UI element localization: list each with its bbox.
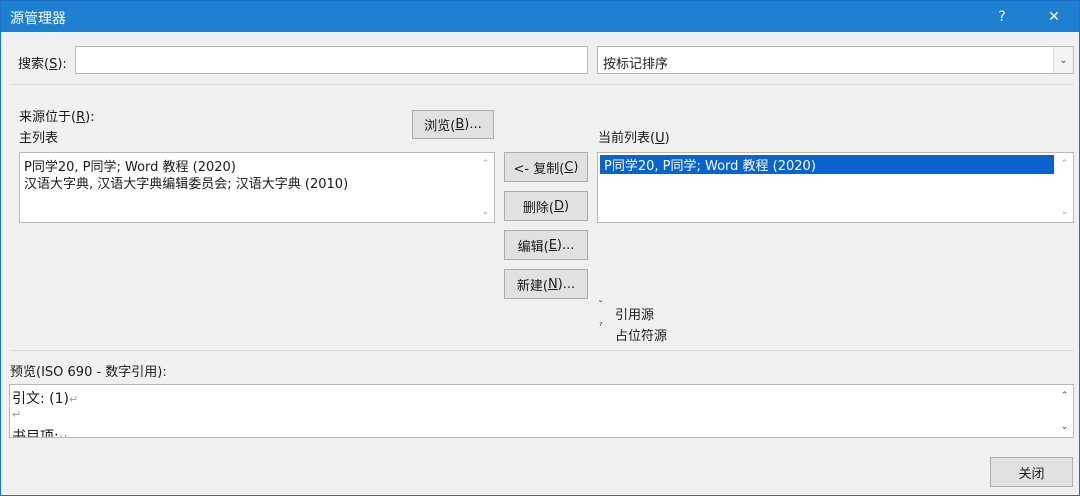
preview-blank-line: ↵ xyxy=(12,408,22,421)
sort-selected-value: 按标记排序 xyxy=(603,57,669,72)
list-item[interactable]: 汉语大字典, 汉语大字典编辑委员会; 汉语大字典 (2010) xyxy=(24,173,348,192)
source-location-label: 来源位于(R): xyxy=(19,110,95,125)
new-button[interactable]: 新建(N)... xyxy=(504,269,588,299)
copy-button[interactable]: <- 复制(C) xyxy=(504,152,588,182)
master-list[interactable]: P同学20, P同学; Word 教程 (2020) 汉语大字典, 汉语大字典编… xyxy=(19,152,495,223)
preview-scrollbar[interactable]: ⌃ ⌄ xyxy=(1056,385,1073,437)
scroll-up-icon[interactable]: ⌃ xyxy=(477,155,494,172)
dialog-title: 源管理器 xyxy=(10,11,66,27)
chevron-down-icon[interactable]: ⌄ xyxy=(1053,47,1073,73)
placeholder-source-legend: 占位符源 xyxy=(615,329,668,344)
master-list-label: 主列表 xyxy=(19,131,59,146)
divider xyxy=(10,350,1074,351)
preview-label: 预览(ISO 690 - 数字引用): xyxy=(10,365,167,380)
list-item-selected[interactable]: P同学20, P同学; Word 教程 (2020) xyxy=(600,155,1054,174)
cited-source-legend: 引用源 xyxy=(615,308,655,323)
title-bar: 源管理器 ? ✕ xyxy=(1,1,1079,32)
scroll-up-icon[interactable]: ⌃ xyxy=(1056,387,1073,404)
current-list[interactable]: P同学20, P同学; Word 教程 (2020) ⌃ ⌄ xyxy=(597,152,1074,223)
master-list-scrollbar[interactable]: ⌃ ⌄ xyxy=(477,153,494,222)
scroll-up-icon[interactable]: ⌃ xyxy=(1056,155,1073,172)
scroll-down-icon[interactable]: ⌄ xyxy=(1056,203,1073,220)
cited-source-icon: ˇ xyxy=(598,300,603,311)
current-list-label: 当前列表(U) xyxy=(598,131,670,146)
scroll-down-icon[interactable]: ⌄ xyxy=(1056,418,1073,435)
help-button[interactable]: ? xyxy=(979,1,1025,32)
source-manager-dialog: 源管理器 ? ✕ 搜索(S): 按标记排序 ⌄ 来源位于(R): 主列表 浏览(… xyxy=(0,0,1080,496)
preview-box[interactable]: 引文: (1)↵ ↵ 书目项:↵ ⌃ ⌄ xyxy=(9,384,1074,438)
edit-button[interactable]: 编辑(E)... xyxy=(504,230,588,260)
close-icon[interactable]: ✕ xyxy=(1031,1,1077,32)
sort-dropdown[interactable]: 按标记排序 ⌄ xyxy=(597,46,1074,74)
divider xyxy=(10,84,1074,85)
close-button[interactable]: 关闭 xyxy=(990,457,1073,487)
placeholder-source-icon: ˀ xyxy=(599,321,603,332)
search-input[interactable] xyxy=(75,46,588,74)
search-label: 搜索(S): xyxy=(18,57,67,72)
preview-citation-line: 引文: (1)↵ xyxy=(12,391,79,407)
scroll-down-icon[interactable]: ⌄ xyxy=(477,203,494,220)
browse-button[interactable]: 浏览(B)... xyxy=(412,110,494,139)
preview-bibliography-line: 书目项:↵ xyxy=(12,429,68,438)
current-list-scrollbar[interactable]: ⌃ ⌄ xyxy=(1056,153,1073,222)
delete-button[interactable]: 删除(D) xyxy=(504,191,588,221)
